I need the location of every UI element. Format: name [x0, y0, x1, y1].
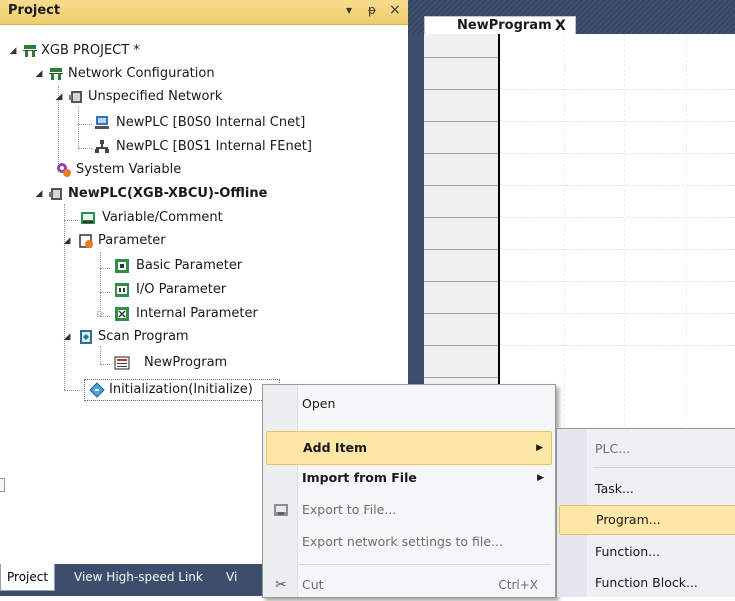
- project-icon: [23, 45, 37, 57]
- tab-project[interactable]: Project: [0, 564, 56, 591]
- submenu-item-program[interactable]: Program...: [559, 505, 735, 535]
- submenu-item-task[interactable]: Task...: [559, 475, 735, 503]
- tree-item-label: NewPLC(XGB-XBCU)-Offline: [68, 186, 268, 201]
- submenu-arrow-icon: ▶: [536, 443, 543, 453]
- network-icon: [69, 91, 82, 103]
- add-item-submenu: PLC... Task... Program... Function... Fu…: [556, 428, 735, 597]
- network-config-icon: [49, 68, 63, 80]
- tree-item-label: Basic Parameter: [136, 258, 243, 273]
- scan-program-icon: [80, 330, 92, 344]
- cnet-icon: [95, 116, 109, 129]
- tab-view-high-speed-link[interactable]: View High-speed Link: [68, 564, 209, 590]
- tree-item-label: Unspecified Network: [88, 89, 223, 104]
- submenu-item-label: Task...: [595, 481, 634, 496]
- tree-item-label: NewPLC [B0S1 Internal FEnet]: [116, 139, 312, 154]
- submenu-separator: [593, 467, 735, 468]
- program-icon: [114, 356, 130, 370]
- project-pane-header: Project ▾ ᵽ ×: [0, 0, 408, 25]
- pane-close-icon[interactable]: ×: [389, 2, 401, 18]
- submenu-item-label: Function...: [595, 544, 661, 559]
- plc-icon: [49, 188, 62, 200]
- tree-item-label: Scan Program: [98, 329, 189, 344]
- tab-close-icon[interactable]: X: [555, 17, 566, 35]
- menu-item-open[interactable]: Open: [266, 388, 552, 420]
- menu-item-export-to-file[interactable]: Export to File...: [266, 494, 552, 526]
- collapse-icon[interactable]: ◢: [34, 183, 44, 205]
- menu-item-label: Import from File: [302, 470, 417, 485]
- scroll-indicator[interactable]: [0, 478, 5, 492]
- menu-separator: [299, 564, 551, 565]
- collapse-icon[interactable]: ◢: [34, 63, 44, 85]
- menu-item-label: Export network settings to file...: [302, 534, 503, 549]
- collapse-icon[interactable]: ◢: [62, 326, 72, 348]
- submenu-item-label: PLC...: [595, 441, 631, 456]
- menu-item-label: Open: [302, 396, 336, 411]
- menu-item-import-from-file[interactable]: Import from File ▶: [266, 462, 552, 494]
- tab-newprogram-label: NewProgram: [457, 18, 552, 33]
- collapse-icon[interactable]: ◢: [62, 230, 72, 252]
- tree-item-label: NewProgram: [144, 355, 228, 370]
- menu-item-label: Cut: [302, 577, 324, 592]
- expand-icon[interactable]: ▷: [96, 303, 106, 325]
- submenu-item-plc[interactable]: PLC...: [559, 435, 735, 463]
- submenu-item-function[interactable]: Function...: [559, 538, 735, 566]
- menu-item-label: Export to File...: [302, 502, 397, 517]
- tree-item-initialization[interactable]: Initialization(Initialize): [84, 379, 280, 401]
- parameter-icon: [79, 234, 93, 248]
- tree-item-label: Initialization(Initialize): [109, 382, 253, 397]
- tree-item-label: NewPLC [B0S0 Internal Cnet]: [116, 115, 306, 130]
- collapse-icon[interactable]: ◢: [54, 86, 64, 108]
- basic-parameter-icon: [115, 259, 129, 273]
- document-tab-strip: NewProgram X: [408, 0, 735, 35]
- menu-item-export-network-settings[interactable]: Export network settings to file...: [266, 526, 552, 558]
- internal-parameter-icon: [115, 307, 129, 321]
- submenu-arrow-icon: ▶: [537, 473, 544, 483]
- tree-item-label: Parameter: [98, 233, 166, 248]
- io-parameter-icon: [115, 283, 129, 297]
- tree-item-label: Internal Parameter: [136, 306, 258, 321]
- submenu-item-label: Function Block...: [595, 575, 698, 590]
- initialization-icon: [89, 382, 105, 398]
- tree-item-label: System Variable: [76, 162, 182, 177]
- submenu-item-function-block[interactable]: Function Block...: [559, 569, 735, 597]
- scissors-icon: ✂: [275, 577, 287, 593]
- project-pane-title: Project: [8, 3, 61, 18]
- export-icon: [274, 504, 288, 516]
- tree-item-label: Network Configuration: [68, 66, 215, 81]
- tree-item-label: Variable/Comment: [102, 210, 223, 225]
- pane-dropdown-icon[interactable]: ▾: [346, 3, 352, 17]
- tree-item-label: I/O Parameter: [136, 282, 227, 297]
- context-menu: Open Add Item ▶ Import from File ▶ Expor…: [262, 384, 556, 598]
- tree-item-label: XGB PROJECT *: [41, 43, 140, 58]
- menu-item-add-item[interactable]: Add Item ▶: [266, 431, 552, 465]
- menu-item-shortcut: Ctrl+X: [498, 578, 538, 592]
- menu-item-label: Add Item: [303, 440, 368, 455]
- pane-pin-icon[interactable]: ᵽ: [368, 3, 376, 17]
- fenet-icon: [95, 140, 109, 153]
- menu-item-cut[interactable]: ✂ Cut Ctrl+X: [266, 569, 552, 601]
- system-variable-icon: [57, 163, 71, 177]
- submenu-item-label: Program...: [596, 512, 661, 527]
- tab-vi[interactable]: Vi: [220, 564, 243, 590]
- tab-newprogram[interactable]: NewProgram X: [424, 16, 576, 35]
- variable-comment-icon: [81, 212, 95, 224]
- collapse-icon[interactable]: ◢: [8, 40, 18, 62]
